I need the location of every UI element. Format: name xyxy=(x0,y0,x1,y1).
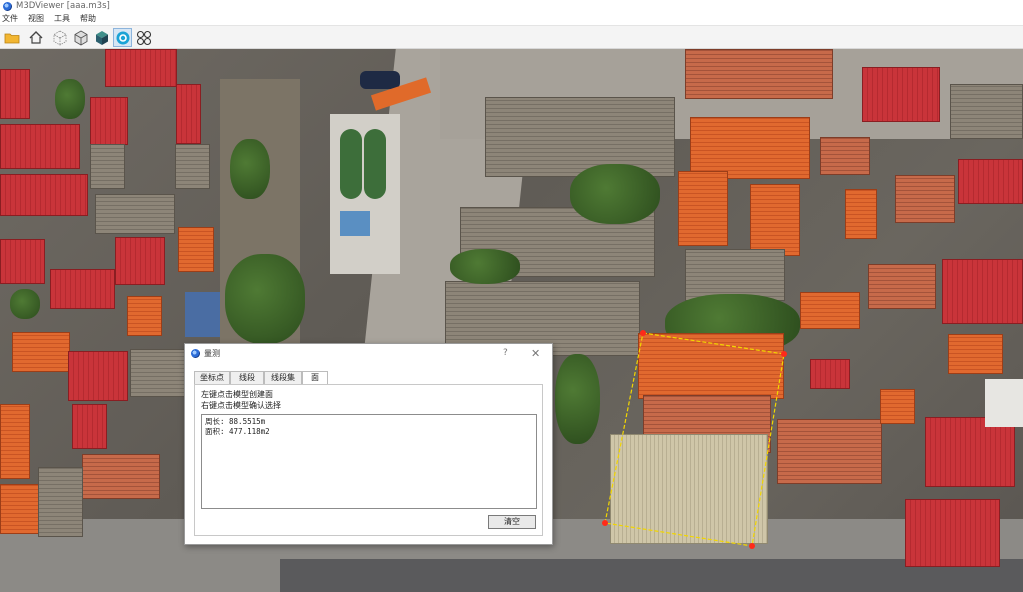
grid-cube-icon xyxy=(53,30,66,45)
dialog-title-bar[interactable]: 量测 ? ✕ xyxy=(185,344,552,363)
layers-button[interactable] xyxy=(134,28,153,47)
perimeter-result: 周长: 88.5515m xyxy=(205,417,266,426)
window-title: M3DViewer [aaa.m3s] xyxy=(16,1,110,11)
help-icon[interactable]: ? xyxy=(503,344,508,363)
measure-button[interactable] xyxy=(113,28,132,47)
area-tab-panel: 左键点击模型创建面 右键点击模型确认选择 周长: 88.5515m 面积: 47… xyxy=(194,384,543,536)
solid-view-button[interactable] xyxy=(92,28,111,47)
measure-dialog: 量测 ? ✕ 坐标点 线段 线段集 面 左键点击模型创建面 右键点击模型确认选择… xyxy=(184,343,553,545)
grid-view-button[interactable] xyxy=(50,28,69,47)
vertex-point[interactable] xyxy=(749,543,755,549)
wireframe-cube-icon xyxy=(74,29,87,46)
result-textbox[interactable]: 周长: 88.5515m 面积: 477.118m2 xyxy=(201,414,537,509)
vertex-point[interactable] xyxy=(602,520,608,526)
folder-open-icon xyxy=(4,33,19,43)
app-logo-icon xyxy=(191,349,200,358)
hint-left-click: 左键点击模型创建面 xyxy=(201,390,273,399)
polygon-outline xyxy=(604,332,785,547)
wireframe-view-button[interactable] xyxy=(71,28,90,47)
dialog-title: 量测 xyxy=(204,349,220,358)
close-icon[interactable]: ✕ xyxy=(531,344,540,363)
vertex-point[interactable] xyxy=(781,351,787,357)
tab-polyline[interactable]: 线段集 xyxy=(264,371,302,384)
tab-area[interactable]: 面 xyxy=(302,371,328,385)
menu-bar: 文件 视图 工具 帮助 xyxy=(0,13,1023,25)
menu-help[interactable]: 帮助 xyxy=(80,13,96,25)
solid-cube-icon xyxy=(95,30,108,45)
hint-right-click: 右键点击模型确认选择 xyxy=(201,401,281,410)
home-button[interactable] xyxy=(26,28,45,47)
clear-button[interactable]: 清空 xyxy=(488,515,536,529)
open-button[interactable] xyxy=(2,28,21,47)
toolbar xyxy=(0,25,1023,49)
home-icon xyxy=(29,31,42,44)
menu-file[interactable]: 文件 xyxy=(2,13,18,25)
area-result: 面积: 477.118m2 xyxy=(205,427,270,436)
tab-point[interactable]: 坐标点 xyxy=(194,371,230,384)
title-bar: M3DViewer [aaa.m3s] xyxy=(0,0,1023,13)
tab-segment[interactable]: 线段 xyxy=(230,371,264,384)
app-logo-icon xyxy=(3,2,12,11)
menu-view[interactable]: 视图 xyxy=(28,13,44,25)
menu-tools[interactable]: 工具 xyxy=(54,13,70,25)
vertex-point[interactable] xyxy=(640,330,646,336)
target-circle-icon xyxy=(116,31,129,44)
four-circles-icon xyxy=(136,30,151,45)
